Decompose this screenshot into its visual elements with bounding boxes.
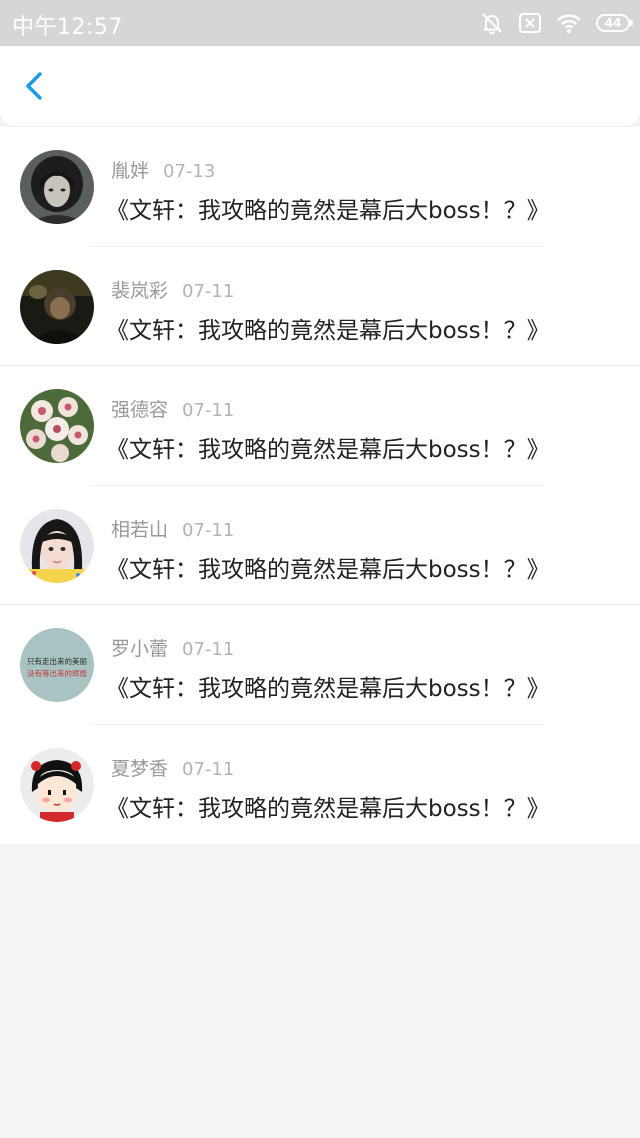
avatar[interactable] xyxy=(20,747,94,822)
message-meta: 胤姅 07-13 xyxy=(111,156,215,183)
avatar[interactable] xyxy=(20,150,94,224)
sim-off-icon xyxy=(518,12,542,34)
message-date: 07-11 xyxy=(182,400,235,421)
message-meta: 相若山 07-11 xyxy=(111,515,234,542)
avatar[interactable] xyxy=(20,508,94,583)
sender-name: 夏梦香 xyxy=(111,757,169,780)
sender-name: 胤姅 xyxy=(111,160,150,182)
message-meta: 裴岚彩 07-11 xyxy=(111,276,234,303)
sender-name: 裴岚彩 xyxy=(111,279,169,302)
avatar[interactable] xyxy=(20,389,94,463)
message-list: 胤姅 07-13 《文轩：我攻略的竟然是幕后大boss！？》 裴岚彩 07-11 《… xyxy=(0,127,640,844)
message-date: 07-13 xyxy=(163,161,216,182)
list-item[interactable]: 夏梦香 07-11 《文轩：我攻略的竟然是幕后大boss！？》 xyxy=(0,725,640,845)
list-item[interactable]: 裴岚彩 07-11 《文轩：我攻略的竟然是幕后大boss！？》 xyxy=(0,247,640,366)
message-title: 《文轩：我攻略的竟然是幕后大boss！？》 xyxy=(106,556,550,583)
status-time: 中午12:57 xyxy=(12,15,123,40)
avatar[interactable] xyxy=(20,269,94,344)
wifi-icon xyxy=(556,12,582,34)
status-icons: 44 xyxy=(480,10,633,36)
message-meta: 罗小蕾 07-11 xyxy=(111,634,234,661)
message-title: 《文轩：我攻略的竟然是幕后大boss！？》 xyxy=(106,317,550,344)
list-item[interactable]: 相若山 07-11 《文轩：我攻略的竟然是幕后大boss！？》 xyxy=(0,486,640,605)
message-date: 07-11 xyxy=(182,639,235,660)
message-title: 《文轩：我攻略的竟然是幕后大boss！？》 xyxy=(106,437,550,463)
message-meta: 夏梦香 07-11 xyxy=(111,754,234,781)
message-title: 《文轩：我攻略的竟然是幕后大boss！？》 xyxy=(106,198,550,224)
avatar[interactable]: 只有走出来的美丽 没有等出来的辉煌 xyxy=(20,628,94,702)
list-item[interactable]: 只有走出来的美丽 没有等出来的辉煌 罗小蕾 07-11 《文轩：我攻略的竟然是幕后… xyxy=(0,605,640,725)
list-item[interactable]: 胤姅 07-13 《文轩：我攻略的竟然是幕后大boss！？》 xyxy=(0,127,640,247)
message-title: 《文轩：我攻略的竟然是幕后大boss！？》 xyxy=(106,676,550,702)
message-date: 07-11 xyxy=(182,519,235,541)
message-title: 《文轩：我攻略的竟然是幕后大boss！？》 xyxy=(106,795,550,822)
battery-level: 44 xyxy=(604,16,622,30)
message-date: 07-11 xyxy=(182,280,235,302)
battery-icon: 44 xyxy=(596,14,633,32)
sender-name: 强德容 xyxy=(111,399,169,421)
avatar-caption-1: 只有走出来的美丽 xyxy=(27,656,87,666)
sender-name: 相若山 xyxy=(111,518,169,541)
back-button[interactable] xyxy=(18,68,54,104)
chevron-left-icon xyxy=(26,72,42,100)
sender-name: 罗小蕾 xyxy=(111,638,169,660)
status-bar: 中午12:57 44 xyxy=(0,0,640,46)
avatar-caption-2: 没有等出来的辉煌 xyxy=(27,668,87,678)
mute-bell-icon xyxy=(480,11,504,35)
message-date: 07-11 xyxy=(182,758,235,780)
nav-bar xyxy=(0,46,640,126)
list-item[interactable]: 强德容 07-11 《文轩：我攻略的竟然是幕后大boss！？》 xyxy=(0,366,640,486)
message-meta: 强德容 07-11 xyxy=(111,395,234,422)
